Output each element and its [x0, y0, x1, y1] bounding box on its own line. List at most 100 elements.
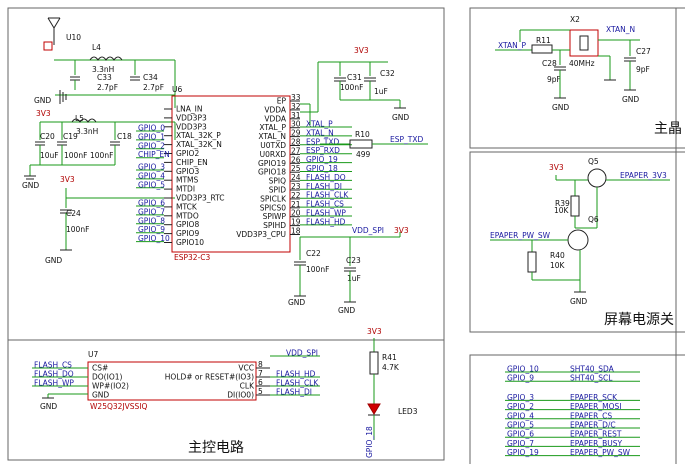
- esp-txd-net: ESP_TXD: [390, 135, 423, 144]
- gpio-map-left-net: GPIO_7: [507, 439, 534, 448]
- antenna-ref: U10: [66, 33, 81, 42]
- gpio-map-left-net: GPIO_3: [507, 393, 534, 402]
- esp32-pin-right: U0TXD: [260, 141, 286, 150]
- c19-value: 100nF: [64, 151, 87, 160]
- esp32-left-net: GPIO_4: [138, 171, 165, 180]
- esp32-left-net: GPIO_6: [138, 199, 165, 208]
- esp32-pin-number: 23: [291, 182, 301, 191]
- esp32-pin-left: MTDO: [176, 211, 199, 220]
- esp32-chip: U6 ESP32-C3 LNA_INVDD3P3VDD3P3XTAL_32K_P…: [164, 85, 301, 262]
- esp32-pin-number: 29: [291, 129, 301, 138]
- c34-value: 2.7pF: [143, 83, 164, 92]
- r10-ref: R10: [355, 130, 370, 139]
- flash-pin-right: DI(IO0): [227, 391, 254, 400]
- esp32-pin-right: VDD3P3_CPU: [236, 230, 286, 239]
- esp32-pin-right: VDDA: [264, 105, 287, 114]
- gpio-map-left-net: GPIO_6: [507, 430, 534, 439]
- esp32-pin-right: SPICS0: [260, 203, 286, 212]
- crystal-section: X2 40MHz XTAN_N XTAN_P R11 C28 9pF GND C…: [495, 15, 682, 137]
- esp32-pin-left: CHIP_EN: [176, 158, 208, 167]
- flash-left-net: FLASH_WP: [34, 379, 74, 388]
- flash-left-net: FLASH_DO: [34, 370, 74, 379]
- esp32-right-net: ESP_RXD: [306, 146, 340, 155]
- esp32-left-net: GPIO_8: [138, 216, 165, 225]
- flash-ref: U7: [88, 350, 98, 359]
- q6-ref: Q6: [588, 215, 599, 224]
- esp32-pin-left: VDD3P3: [176, 113, 207, 122]
- esp32-pin-right: SPIWP: [263, 212, 287, 221]
- c19-ref: C19: [63, 132, 78, 141]
- c32-ref: C32: [380, 69, 395, 78]
- vdd-spi-net: VDD_SPI: [352, 226, 384, 235]
- crystal-frame: [469, 7, 685, 149]
- r40-value: 10K: [550, 261, 566, 270]
- ep-sw-net: EPAPER_PW_SW: [490, 231, 551, 240]
- c18-ref: C18: [117, 132, 132, 141]
- esp32-pin-right: SPIQ: [269, 177, 286, 186]
- esp32-pin-left: MTCK: [176, 202, 198, 211]
- ep-gnd: GND: [570, 297, 587, 306]
- l4-ref: L4: [92, 43, 101, 52]
- esp32-part: ESP32-C3: [174, 253, 211, 262]
- led-ref: LED3: [398, 407, 418, 416]
- c34-ref: C34: [143, 73, 158, 82]
- gpio-map-left-net: GPIO_5: [507, 421, 534, 430]
- c28-value: 9pF: [547, 75, 561, 84]
- epaper-power-section: 3V3 Q5 EPAPER_3V3 R39 10K Q6 EPAPER_PW_S…: [490, 157, 674, 328]
- esp32-pin-number: 31: [291, 111, 301, 120]
- esp32-left-net: GPIO_3: [138, 163, 165, 172]
- esp32-pin-right: SPID: [269, 186, 286, 195]
- esp32-pin-number: 32: [291, 102, 301, 111]
- esp32-left-net: GPIO_7: [138, 207, 165, 216]
- esp32-right-net: FLASH_DI: [306, 182, 342, 191]
- r10-value: 499: [356, 150, 371, 159]
- esp32-right-net: GPIO_19: [306, 155, 338, 164]
- esp32-left-net: GPIO_10: [138, 234, 170, 243]
- c20-value: 10uF: [40, 151, 59, 160]
- c33-ref: C33: [97, 73, 112, 82]
- esp32-pin-left: LNA_IN: [176, 105, 203, 114]
- esp32-left-net: GPIO_9: [138, 225, 165, 234]
- esp32-pin-right: VDDA: [264, 114, 287, 123]
- ep-net: 3V3: [549, 163, 564, 172]
- esp32-pin-left: VDD3P3: [176, 122, 207, 131]
- q5-ref: Q5: [588, 157, 599, 166]
- c23-value: 1uF: [347, 274, 361, 283]
- gpio-map-left-net: GPIO_19: [507, 448, 539, 457]
- esp32-pin-number: 26: [291, 155, 301, 164]
- esp32-pin-right: XTAL_N: [258, 132, 286, 141]
- r11-ref: R11: [536, 36, 551, 45]
- x2-ref: X2: [570, 15, 580, 24]
- esp32-right-net: GPIO_18: [306, 164, 338, 173]
- esp32-left-net: GPIO_1: [138, 132, 165, 141]
- ep-out-net: EPAPER_3V3: [620, 171, 667, 180]
- xtal-freq: 40MHz: [569, 59, 595, 68]
- c33-value: 2.7pF: [97, 83, 118, 92]
- r41-ref: R41: [382, 353, 397, 362]
- esp32-right-net: FLASH_CLK: [306, 191, 349, 200]
- c24-value: 100nF: [66, 225, 89, 234]
- flash-right-net: FLASH_HD: [276, 370, 316, 379]
- flash-chip: U7 W25Q32JVSSIQ CS#DO(IO1)WP#(IO2)GNDFLA…: [32, 349, 320, 411]
- flash-pin-left: CS#: [92, 364, 108, 373]
- screen-power-title: 屏幕电源关: [604, 312, 674, 328]
- flash-left-net: FLASH_CS: [34, 361, 72, 370]
- c22-value: 100nF: [306, 265, 329, 274]
- l5-ref: L5: [75, 114, 84, 123]
- esp32-pin-number: 19: [291, 218, 301, 227]
- xtal-p-net: XTAN_P: [498, 41, 526, 50]
- esp32-right-net: FLASH_WP: [306, 209, 346, 218]
- gpio-map-left-net: GPIO_9: [507, 374, 534, 383]
- flash-right-net: VDD_SPI: [286, 349, 318, 358]
- esp32-pin-left: GPIO3: [176, 167, 199, 176]
- esp32-right-net: FLASH_DO: [306, 173, 346, 182]
- esp32-pin-left: MTDI: [176, 185, 195, 194]
- esp32-pin-number: 30: [291, 120, 301, 129]
- vdda-gnd: GND: [392, 113, 409, 122]
- esp32-right-net: ESP_TXD: [306, 137, 339, 146]
- c32-value: 1uF: [374, 87, 388, 96]
- esp32-pin-number: 22: [291, 191, 301, 200]
- vdda-net: 3V3: [354, 46, 369, 55]
- c18-value: 100nF: [90, 151, 113, 160]
- c31-ref: C31: [347, 73, 362, 82]
